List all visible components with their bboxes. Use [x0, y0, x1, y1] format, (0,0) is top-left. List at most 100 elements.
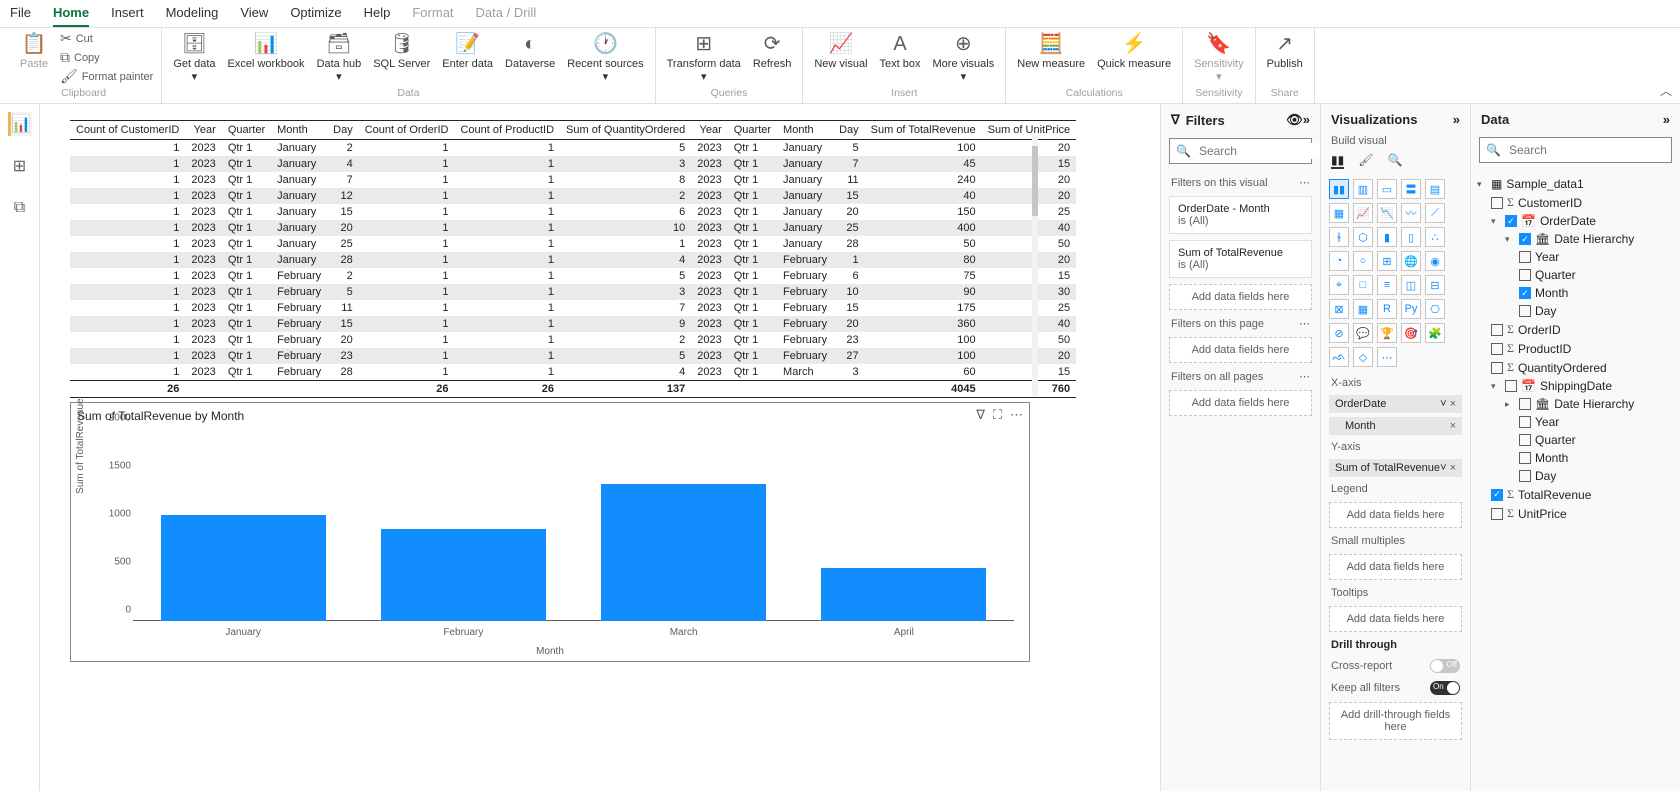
viz-type-icon[interactable]: ⬡	[1353, 227, 1373, 247]
field-shippingdate-hierarchy[interactable]: ▸🏛Date Hierarchy	[1477, 395, 1674, 413]
table-row[interactable]: 12023Qtr 1January71182023Qtr 1January112…	[70, 172, 1076, 188]
filter-card-totalrevenue[interactable]: Sum of TotalRevenueis (All)	[1169, 240, 1312, 278]
table-row[interactable]: 12023Qtr 1February21152023Qtr 1February6…	[70, 268, 1076, 284]
filters-search[interactable]: 🔍	[1169, 138, 1312, 164]
viz-type-icon[interactable]: ⫳	[1329, 227, 1349, 247]
field-shippingdate-month[interactable]: Month	[1477, 449, 1674, 467]
field-productid[interactable]: ΣProductID	[1477, 339, 1674, 358]
viz-type-icon[interactable]: 🏆	[1377, 323, 1397, 343]
transform-data-button[interactable]: ⊞Transform data▾	[664, 30, 744, 85]
filter-drop-page[interactable]: Add data fields here	[1169, 337, 1312, 363]
field-shippingdate-year[interactable]: Year	[1477, 413, 1674, 431]
tab-help[interactable]: Help	[364, 0, 391, 27]
field-quantityordered[interactable]: ΣQuantityOrdered	[1477, 358, 1674, 377]
table-scrollbar[interactable]	[1032, 136, 1038, 396]
table-view-icon[interactable]: ⊞	[8, 154, 32, 178]
viz-type-icon[interactable]: 📉	[1377, 203, 1397, 223]
table-row[interactable]: 12023Qtr 1February111172023Qtr 1February…	[70, 300, 1076, 316]
bar[interactable]	[821, 568, 986, 621]
table-row[interactable]: 12023Qtr 1January121122023Qtr 1January15…	[70, 188, 1076, 204]
viz-type-icon[interactable]: 🎯	[1401, 323, 1421, 343]
field-shippingdate-quarter[interactable]: Quarter	[1477, 431, 1674, 449]
field-shippingdate[interactable]: ▾📅ShippingDate	[1477, 377, 1674, 395]
table-row[interactable]: 12023Qtr 1January281142023Qtr 1February1…	[70, 252, 1076, 268]
viz-type-icon[interactable]: Py	[1401, 299, 1421, 319]
table-row[interactable]: 12023Qtr 1February231152023Qtr 1February…	[70, 348, 1076, 364]
field-unitprice[interactable]: ΣUnitPrice	[1477, 504, 1674, 523]
quick-measure-button[interactable]: ⚡Quick measure	[1094, 30, 1174, 73]
viz-type-icon[interactable]: □	[1353, 275, 1373, 295]
bar[interactable]	[161, 515, 326, 621]
cut-button[interactable]: ✂Cut	[60, 30, 153, 47]
table-row[interactable]: 12023Qtr 1January41132023Qtr 1January745…	[70, 156, 1076, 172]
viz-type-icon[interactable]: ▤	[1425, 179, 1445, 199]
viz-type-icon[interactable]: ⟋	[1425, 203, 1445, 223]
enter-data-button[interactable]: 📝Enter data	[439, 30, 496, 73]
viz-type-icon[interactable]: ◇	[1353, 347, 1373, 367]
tab-file[interactable]: File	[10, 0, 31, 27]
data-search-input[interactable]	[1507, 142, 1666, 158]
tab-modeling[interactable]: Modeling	[166, 0, 219, 27]
cross-report-toggle[interactable]: Off	[1430, 659, 1460, 673]
viz-type-icon[interactable]: R	[1377, 299, 1397, 319]
viz-type-icon[interactable]: ⊟	[1425, 275, 1445, 295]
sql-button[interactable]: 🛢SQL Server	[370, 30, 433, 73]
more-icon[interactable]: ⋯	[1299, 176, 1310, 189]
keep-filters-toggle[interactable]: On	[1430, 681, 1460, 695]
legend-drop[interactable]: Add data fields here	[1329, 502, 1462, 528]
viz-type-icon[interactable]: 🧩	[1425, 323, 1445, 343]
viz-type-icon[interactable]: ◔	[1329, 251, 1349, 271]
focus-mode-icon[interactable]: ⛶	[993, 407, 1002, 423]
viz-type-icon[interactable]: ▦	[1353, 299, 1373, 319]
more-icon[interactable]: ⋯	[1299, 370, 1310, 383]
table-row[interactable]: 12023Qtr 1January2011102023Qtr 1January2…	[70, 220, 1076, 236]
viz-type-icon[interactable]: ⎔	[1425, 299, 1445, 319]
viz-type-icon[interactable]: ▮	[1377, 227, 1397, 247]
tab-format[interactable]: Format	[412, 0, 453, 27]
more-options-icon[interactable]: ⋯	[1010, 407, 1023, 423]
excel-button[interactable]: 📊Excel workbook	[225, 30, 308, 73]
viz-type-icon[interactable]: 〰	[1401, 203, 1421, 223]
tab-home[interactable]: Home	[53, 0, 89, 27]
viz-type-icon[interactable]: ⋯	[1377, 347, 1397, 367]
report-view-icon[interactable]: 📊	[8, 112, 32, 136]
table-row[interactable]: 12023Qtr 1February51132023Qtr 1February1…	[70, 284, 1076, 300]
viz-type-icon[interactable]: 〓	[1401, 179, 1421, 199]
table-row[interactable]: 12023Qtr 1February201122023Qtr 1February…	[70, 332, 1076, 348]
table-row[interactable]: 12023Qtr 1February151192023Qtr 1February…	[70, 316, 1076, 332]
field-orderdate[interactable]: ▾✓📅OrderDate	[1477, 212, 1674, 230]
xaxis-field-orderdate[interactable]: OrderDate˅ ×	[1329, 395, 1462, 413]
report-canvas[interactable]: Count of CustomerIDYearQuarterMonthDayCo…	[40, 104, 1160, 791]
build-visual-tab[interactable]: ▮▮	[1331, 153, 1344, 169]
tab-optimize[interactable]: Optimize	[290, 0, 341, 27]
bar[interactable]	[601, 484, 766, 621]
viz-type-icon[interactable]: ▭	[1377, 179, 1397, 199]
field-orderdate-month[interactable]: ✓Month	[1477, 284, 1674, 302]
field-customerid[interactable]: ΣCustomerID	[1477, 193, 1674, 212]
viz-type-icon[interactable]: ▦	[1329, 203, 1349, 223]
text-box-button[interactable]: AText box	[877, 30, 924, 73]
analytics-tab[interactable]: 🔍	[1387, 153, 1402, 169]
viz-type-icon[interactable]: ⊞	[1377, 251, 1397, 271]
filter-icon[interactable]: ∇	[976, 407, 985, 423]
filter-card-orderdate[interactable]: OrderDate - Monthis (All)	[1169, 196, 1312, 234]
collapse-pane-icon[interactable]: »	[1303, 112, 1310, 127]
format-painter-button[interactable]: 🖌Format painter	[60, 68, 153, 85]
data-search[interactable]: 🔍	[1479, 137, 1672, 163]
viz-type-icon[interactable]: ⊠	[1329, 299, 1349, 319]
field-orderdate-day[interactable]: Day	[1477, 302, 1674, 320]
dataverse-button[interactable]: ◐Dataverse	[502, 30, 558, 73]
table-visual[interactable]: Count of CustomerIDYearQuarterMonthDayCo…	[70, 120, 1030, 398]
more-icon[interactable]: ⋯	[1299, 317, 1310, 330]
table-row[interactable]: 12023Qtr 1January251112023Qtr 1January28…	[70, 236, 1076, 252]
format-visual-tab[interactable]: 🖌	[1358, 153, 1373, 169]
field-orderdate-hierarchy[interactable]: ▾✓🏛Date Hierarchy	[1477, 230, 1674, 248]
recent-sources-button[interactable]: 🕐Recent sources▾	[564, 30, 646, 85]
drillthrough-drop[interactable]: Add drill-through fields here	[1329, 702, 1462, 740]
show-filters-icon[interactable]: 👁	[1286, 112, 1303, 127]
viz-type-icon[interactable]: ◉	[1425, 251, 1445, 271]
refresh-button[interactable]: ⟳Refresh	[750, 30, 795, 73]
tab-view[interactable]: View	[240, 0, 268, 27]
viz-type-icon[interactable]: ⌖	[1329, 275, 1349, 295]
filter-drop-visual[interactable]: Add data fields here	[1169, 284, 1312, 310]
